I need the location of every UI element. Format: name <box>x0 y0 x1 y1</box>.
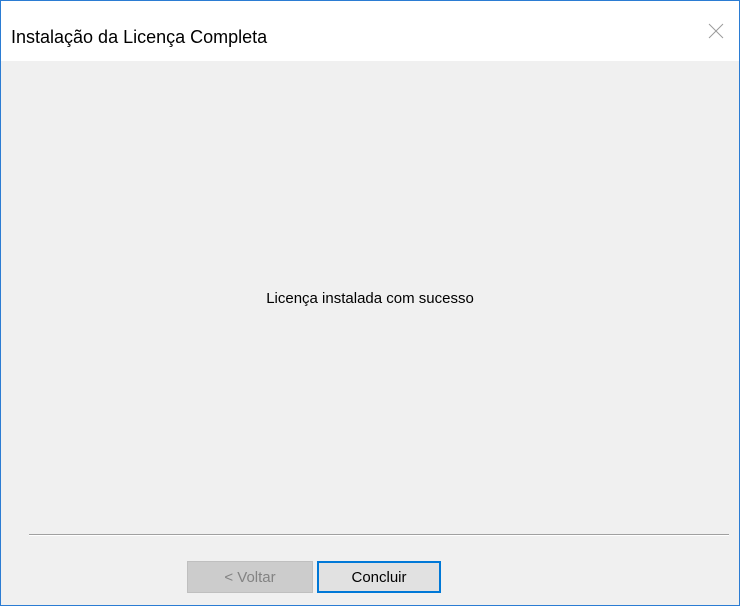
back-button[interactable]: < Voltar <box>187 561 313 593</box>
dialog-window: Instalação da Licença Completa Licença i… <box>0 0 740 606</box>
finish-button-label: Concluir <box>351 568 407 586</box>
close-icon <box>708 23 724 39</box>
close-button[interactable] <box>693 1 739 61</box>
footer-separator <box>29 534 729 536</box>
finish-button[interactable]: Concluir <box>317 561 441 593</box>
title-bar: Instalação da Licença Completa <box>1 1 739 61</box>
dialog-content: Licença instalada com sucesso <box>1 61 739 534</box>
window-title: Instalação da Licença Completa <box>11 27 268 47</box>
success-message: Licença instalada com sucesso <box>266 290 474 307</box>
